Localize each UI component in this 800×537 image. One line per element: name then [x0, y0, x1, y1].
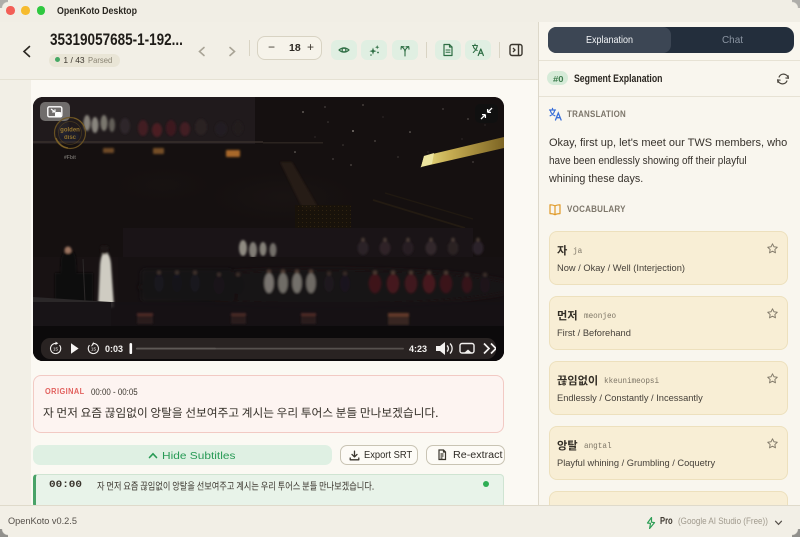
- svg-text:4:23: 4:23: [409, 344, 427, 354]
- svg-text:golden: golden: [60, 128, 80, 134]
- svg-text:#Fbit: #Fbit: [64, 155, 76, 161]
- svg-text:15: 15: [91, 347, 97, 352]
- svg-text:15: 15: [53, 347, 59, 352]
- svg-text:0:03: 0:03: [105, 344, 123, 354]
- svg-text:disc: disc: [64, 135, 77, 141]
